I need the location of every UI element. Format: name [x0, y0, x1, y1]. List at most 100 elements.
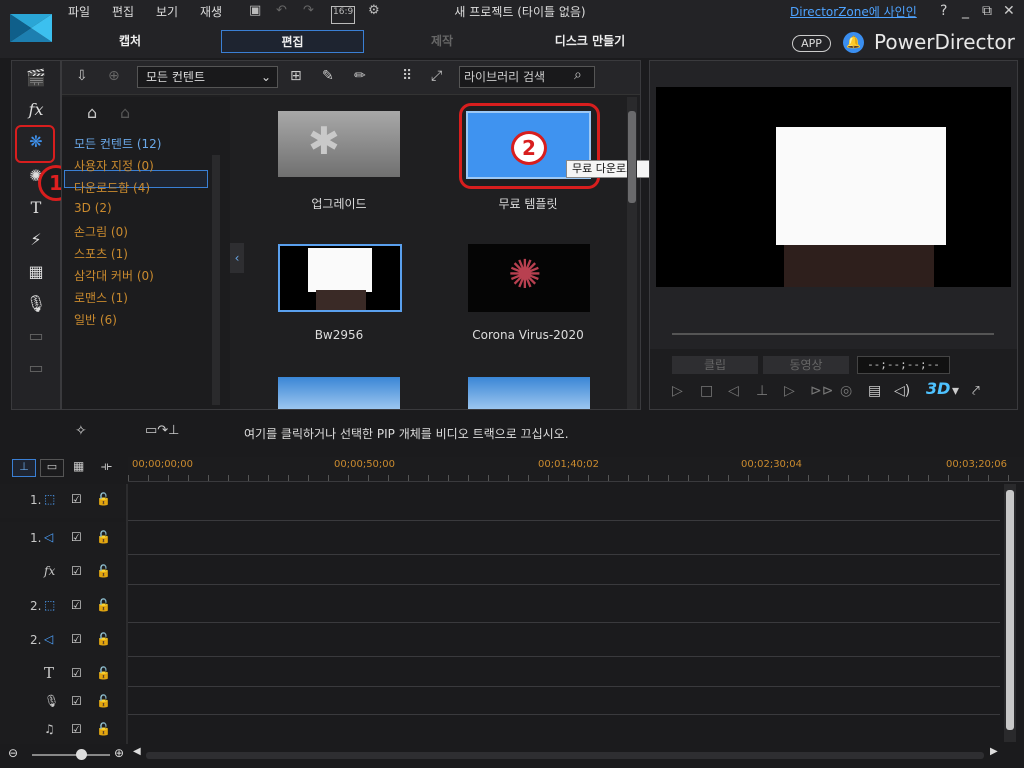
category-item[interactable]: 로맨스 (1): [74, 289, 128, 307]
track-enable-checkbox[interactable]: ☑: [71, 492, 82, 506]
scrollbar-thumb[interactable]: [628, 111, 636, 203]
effect-room-icon[interactable]: fx: [12, 97, 60, 123]
expand-icon[interactable]: ⤢: [431, 68, 442, 84]
import-icon[interactable]: ⇩: [76, 68, 88, 84]
category-scrollbar[interactable]: [212, 155, 220, 405]
notification-bell-icon[interactable]: 🔔: [843, 32, 864, 53]
timeline-view-button[interactable]: ⊥: [12, 459, 36, 477]
stop-icon[interactable]: □: [700, 383, 713, 399]
lock-icon[interactable]: 🔓: [96, 694, 111, 708]
fast-forward-icon[interactable]: ⊳⊳: [810, 383, 833, 399]
scrollbar-thumb[interactable]: [1006, 490, 1014, 730]
search-icon[interactable]: ⌕: [574, 67, 582, 83]
tab-edit[interactable]: 편집: [221, 30, 364, 53]
category-item[interactable]: 일반 (6): [74, 311, 117, 329]
previous-frame-icon[interactable]: ◁: [728, 383, 739, 399]
split-icon[interactable]: ⊥: [756, 383, 768, 399]
track-manager-icon[interactable]: ▦: [73, 459, 84, 473]
thumbnail-sky-1[interactable]: [278, 377, 400, 409]
remove-tag-icon[interactable]: ⌂: [120, 103, 130, 122]
timeline-vertical-scrollbar[interactable]: [1004, 484, 1016, 742]
close-button[interactable]: ✕: [1003, 3, 1015, 19]
category-item[interactable]: 삼각대 커버 (0): [74, 267, 154, 285]
play-icon[interactable]: ▷: [672, 383, 683, 399]
tab-capture[interactable]: 캡처: [80, 30, 180, 53]
add-tag-icon[interactable]: ⌂: [87, 103, 97, 122]
category-item[interactable]: 사용자 지정 (0): [74, 157, 154, 175]
redo-icon[interactable]: ↷: [303, 3, 314, 21]
lock-icon[interactable]: 🔓: [96, 530, 111, 544]
lock-icon[interactable]: 🔓: [96, 598, 111, 612]
download-icon[interactable]: ⊕: [108, 68, 120, 84]
scrubber-bar[interactable]: [672, 333, 994, 335]
library-scrollbar[interactable]: [627, 97, 637, 409]
menu-file[interactable]: 파일: [68, 3, 90, 21]
lock-icon[interactable]: 🔓: [96, 722, 111, 736]
zoom-slider-track[interactable]: [32, 754, 110, 756]
lock-icon[interactable]: 🔓: [96, 632, 111, 646]
thumbnail-sky-2[interactable]: [468, 377, 590, 409]
tab-produce[interactable]: 제작: [392, 30, 492, 53]
category-item[interactable]: 다운로드함 (4): [74, 179, 150, 197]
thumbnail-corona-virus[interactable]: ✺: [468, 244, 590, 312]
content-filter-dropdown[interactable]: 모든 컨텐트 ⌄: [137, 66, 278, 88]
view-grid-icon[interactable]: ⠿: [402, 68, 412, 84]
minimize-button[interactable]: _: [962, 3, 969, 19]
subtitle-room-icon[interactable]: ▦: [12, 259, 60, 285]
save-icon[interactable]: ▣: [249, 3, 261, 21]
undo-icon[interactable]: ↶: [276, 3, 287, 21]
magic-tool-icon[interactable]: ✧: [75, 423, 87, 439]
restore-button[interactable]: ⧉: [982, 3, 992, 19]
zoom-out-icon[interactable]: ⊖: [8, 746, 18, 760]
storyboard-view-button[interactable]: ▭: [40, 459, 64, 477]
volume-icon[interactable]: ◁): [894, 383, 910, 399]
subtitle-icon[interactable]: ▤: [868, 383, 881, 399]
menu-view[interactable]: 보기: [156, 3, 178, 21]
movie-mode-button[interactable]: 동영상: [763, 356, 849, 374]
directorzone-signin-link[interactable]: DirectorZone에 사인인: [790, 3, 917, 20]
chapter-room-icon[interactable]: ▭: [12, 323, 60, 349]
tab-create-disc[interactable]: 디스크 만들기: [530, 30, 650, 53]
add-to-library-icon[interactable]: ⊞: [290, 68, 302, 84]
media-room-icon[interactable]: 🎬: [12, 65, 60, 91]
category-item[interactable]: 손그림 (0): [74, 223, 128, 241]
lock-icon[interactable]: 🔓: [96, 564, 111, 578]
zoom-in-icon[interactable]: ⊕: [114, 746, 124, 760]
paint-designer-icon[interactable]: ✏: [354, 68, 366, 84]
timeline-ruler[interactable]: 00;00;00;00 00;00;50;00 00;01;40;02 00;0…: [128, 457, 1024, 482]
modify-template-icon[interactable]: ✎: [322, 68, 334, 84]
track-enable-checkbox[interactable]: ☑: [71, 564, 82, 578]
track-enable-checkbox[interactable]: ☑: [71, 530, 82, 544]
thumbnail-bw2956[interactable]: [278, 244, 402, 312]
transition-room-icon[interactable]: ⚡: [12, 227, 60, 253]
voiceover-room-icon[interactable]: 🎙: [12, 291, 60, 317]
3d-mode-button[interactable]: 3D: [926, 379, 950, 398]
menu-edit[interactable]: 편집: [112, 3, 134, 21]
track-enable-checkbox[interactable]: ☑: [71, 666, 82, 680]
subtitle-text-room-icon[interactable]: ▭: [12, 355, 60, 381]
category-item[interactable]: 스포츠 (1): [74, 245, 128, 263]
timeline-horizontal-scrollbar[interactable]: [146, 752, 984, 759]
help-icon[interactable]: ?: [940, 3, 947, 19]
menu-play[interactable]: 재생: [200, 3, 222, 21]
scroll-right-icon[interactable]: ▶: [990, 746, 998, 757]
chevron-down-icon[interactable]: ▾: [952, 383, 959, 399]
undock-icon[interactable]: ⤤: [972, 383, 980, 399]
next-frame-icon[interactable]: ▷: [784, 383, 795, 399]
lock-icon[interactable]: 🔓: [96, 492, 111, 506]
track-enable-checkbox[interactable]: ☑: [71, 694, 82, 708]
clip-mode-button[interactable]: 클립: [672, 356, 758, 374]
scroll-left-icon[interactable]: ◀: [133, 746, 141, 757]
aspect-ratio-button[interactable]: 16:9: [331, 6, 356, 24]
snapshot-icon[interactable]: ◎: [840, 383, 852, 399]
category-item[interactable]: 3D (2): [74, 201, 112, 219]
track-enable-checkbox[interactable]: ☑: [71, 632, 82, 646]
storyboard-insert-icon[interactable]: ▭↷⊥: [145, 423, 180, 438]
track-enable-checkbox[interactable]: ☑: [71, 598, 82, 612]
app-button[interactable]: APP: [792, 35, 831, 52]
fit-timeline-icon[interactable]: ⟛: [101, 459, 112, 474]
collapse-panel-button[interactable]: ‹: [230, 243, 244, 273]
timecode-display[interactable]: --;--;--;--: [857, 356, 950, 374]
category-item[interactable]: 모든 컨텐트 (12): [74, 135, 161, 153]
settings-icon[interactable]: ⚙: [368, 3, 380, 21]
